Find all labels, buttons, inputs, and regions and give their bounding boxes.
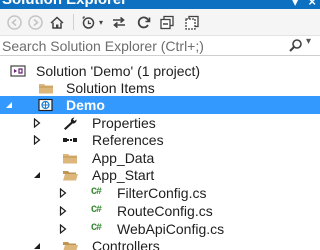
csharp-file-icon: C# [90,223,102,234]
tree-item-label: App_Start [92,167,155,183]
search-icon[interactable] [288,38,303,53]
expanded-arrow-icon[interactable] [32,166,42,184]
collapsed-arrow-icon[interactable] [32,114,42,132]
chevron-down-icon: ▾ [306,36,312,47]
tree-item-label: FilterConfig.cs [117,185,207,201]
tree-item-solution-items[interactable]: Solution Items [0,79,320,97]
tree-item-app-start[interactable]: App_Start [0,166,320,184]
chevron-down-icon: ▾ [98,18,103,27]
tree-item-solution[interactable]: Solution 'Demo' (1 project) [0,62,320,80]
refresh-button[interactable] [135,14,153,31]
folder-icon [62,151,78,165]
tree-item-label: RouteConfig.cs [117,203,213,219]
tree-item-controllers[interactable]: Controllers [0,237,320,250]
tree-item-label: Demo [66,97,105,113]
tree-item-label: References [92,132,164,148]
collapse-all-icon [160,15,174,30]
csharp-file-icon: C# [90,187,102,198]
tree-item-filterconfig[interactable]: C# FilterConfig.cs [0,184,320,202]
search-box: ▾ [0,36,320,56]
close-icon[interactable]: × [308,0,316,9]
open-folder-icon [62,239,78,250]
expanded-arrow-icon[interactable] [4,96,14,114]
tree-item-webapiconfig[interactable]: C# WebApiConfig.cs [0,220,320,238]
tree-item-label: App_Data [92,150,155,166]
back-button[interactable] [6,14,22,31]
solution-icon [10,64,26,78]
collapse-all-button[interactable] [158,14,176,31]
title-bar: Solution Explorer ▾ × [0,0,320,9]
wrench-icon [62,116,78,130]
history-dropdown[interactable]: ▾ [97,14,105,31]
tree-item-routeconfig[interactable]: C# RouteConfig.cs [0,202,320,220]
back-icon [6,15,22,30]
collapsed-arrow-icon[interactable] [58,202,68,220]
tree-item-label: Solution 'Demo' (1 project) [36,63,201,79]
expanded-arrow-icon[interactable] [32,237,42,250]
csharp-file-icon: C# [90,205,102,216]
window-title: Solution Explorer [2,0,127,8]
collapsed-arrow-icon[interactable] [58,184,68,202]
collapsed-arrow-icon[interactable] [58,220,68,238]
toolbar-separator [73,14,74,30]
tree-item-label: Controllers [92,238,160,250]
tree-item-label: Solution Items [66,80,155,96]
tree-item-label: Properties [92,115,156,131]
open-folder-icon [62,168,78,182]
references-icon [62,133,78,147]
home-icon [50,16,64,29]
tree-item-label: WebApiConfig.cs [117,221,225,237]
folder-icon [38,81,54,95]
title-bar-buttons: ▾ × [292,0,316,9]
forward-icon [27,15,43,30]
forward-button[interactable] [27,14,43,31]
sync-icon [113,16,125,29]
history-icon [82,16,94,29]
tree-item-properties[interactable]: Properties [0,114,320,132]
history-button[interactable] [80,14,96,31]
tree-item-references[interactable]: References [0,131,320,149]
home-button[interactable] [48,14,66,31]
sync-button[interactable] [110,14,128,31]
tree-item-app-data[interactable]: App_Data [0,149,320,167]
search-input[interactable] [0,36,282,55]
pin-icon[interactable]: ▾ [292,0,299,9]
search-options-dropdown[interactable]: ▾ [306,36,311,47]
tree-item-project-demo[interactable]: Demo [0,96,320,114]
show-all-files-button[interactable] [183,14,201,31]
toolbar: ▾ [0,9,320,36]
web-project-icon [38,98,54,112]
show-all-files-icon [185,15,199,30]
collapsed-arrow-icon[interactable] [32,131,42,149]
refresh-icon [137,16,151,29]
